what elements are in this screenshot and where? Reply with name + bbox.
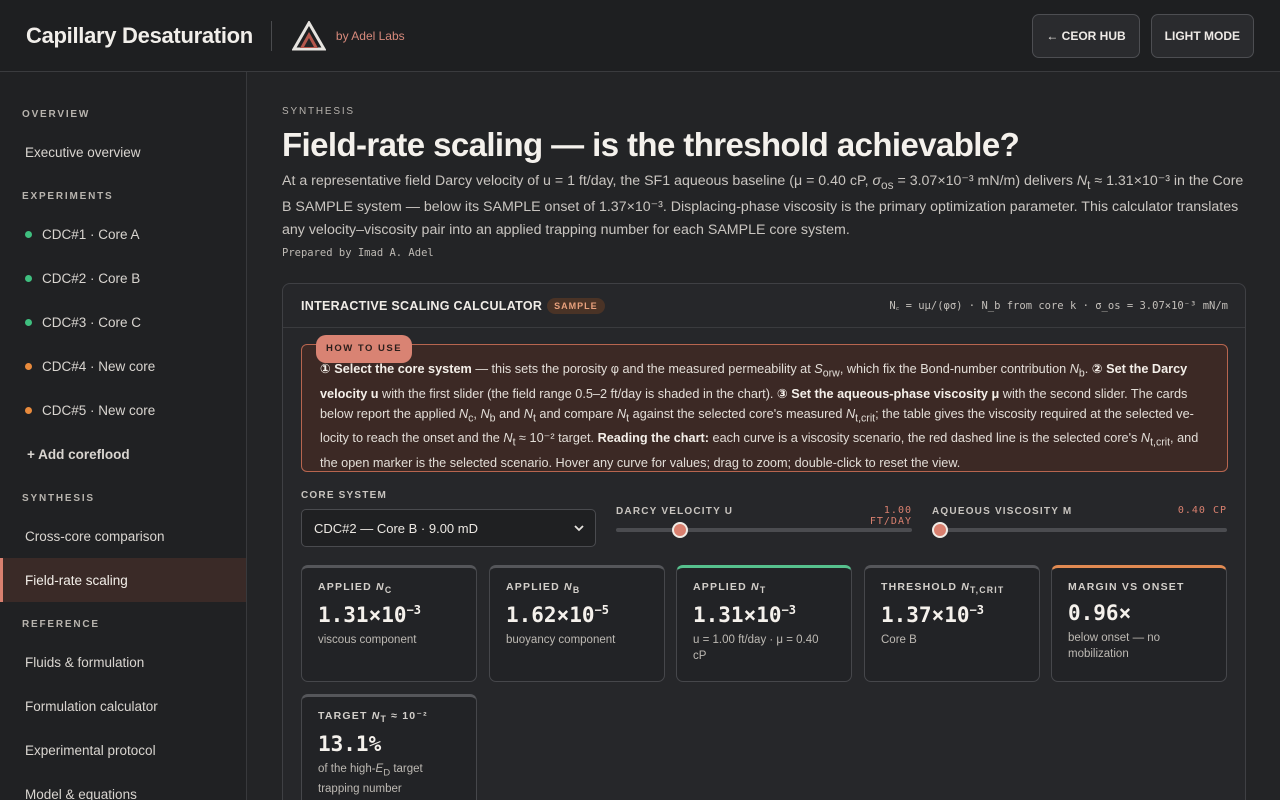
sidebar-heading-overview: OVERVIEW [22,109,91,120]
margin-vs-onset-card: MARGIN VS ONSET 0.96× below onset — no m… [1051,565,1227,682]
core-system-value: CDC#2 — Core B · 9.00 mD [314,520,478,536]
card-label: APPLIED NT [693,581,767,596]
applied-nc-card: APPLIED NC 1.31×10−3 viscous component [301,565,477,682]
card-label: APPLIED NB [506,581,581,596]
panel-header: INTERACTIVE SCALING CALCULATOR SAMPLE N꜀… [283,284,1245,328]
darcy-velocity-label: DARCY VELOCITY U [616,506,734,517]
sidebar-item-cross-core[interactable]: Cross-core comparison [0,514,246,558]
sidebar-heading-reference: REFERENCE [22,619,100,630]
formula-summary: N꜀ = uμ/(φσ) · N_b from core k · σ_os = … [889,300,1228,312]
sidebar-item-label: CDC#5 · New core [42,402,156,418]
sidebar-item-fluids[interactable]: Fluids & formulation [0,640,246,684]
card-value: 1.31×10−3 [693,603,796,628]
sidebar-item-label: Field-rate scaling [25,572,128,588]
sidebar-heading-experiments: EXPERIMENTS [22,191,114,202]
top-bar: Capillary Desaturation by Adel Labs ← CE… [0,0,1280,72]
darcy-velocity-slider[interactable] [616,528,912,532]
sidebar-item-field-rate-scaling[interactable]: Field-rate scaling [0,558,246,602]
applied-nt-card: APPLIED NT 1.31×10−3 u = 1.00 ft/day · μ… [676,565,852,682]
threshold-card: THRESHOLD NT,CRIT 1.37×10−3 Core B [864,565,1040,682]
sidebar: OVERVIEW Executive overview EXPERIMENTS … [0,72,247,800]
ceor-hub-button[interactable]: ← CEOR HUB [1032,14,1140,58]
panel-title: INTERACTIVE SCALING CALCULATOR [301,298,543,313]
sidebar-item-label: Executive overview [25,144,141,160]
sidebar-item-formulation-calculator[interactable]: Formulation calculator [0,684,246,728]
sidebar-item-protocol[interactable]: Experimental protocol [0,728,246,772]
app-title: Capillary Desaturation [26,22,253,48]
card-caption: Core B [881,634,917,647]
chevron-down-icon [574,525,584,532]
card-caption: buoyancy component [506,634,616,647]
aqueous-viscosity-value: 0.40 CP [1177,505,1227,516]
card-caption: u = 1.00 ft/day · μ = 0.40 cP [693,634,819,663]
sidebar-heading-synthesis: SYNTHESIS [22,493,95,504]
aqueous-viscosity-label: AQUEOUS VISCOSITY Μ [932,506,1073,517]
card-label: MARGIN VS ONSET [1068,581,1185,593]
prepared-by: Prepared by Imad A. Adel [282,247,434,259]
title-divider [270,20,272,51]
sidebar-item-label: CDC#1 · Core A [42,226,140,242]
status-dot-icon [25,318,32,326]
light-mode-button[interactable]: LIGHT MODE [1150,14,1254,58]
add-coreflood-button[interactable]: + Add coreflood [0,432,246,476]
sidebar-item-cdc3[interactable]: CDC#3 · Core C [0,300,246,344]
status-dot-icon [25,406,32,414]
card-value: 1.37×10−3 [881,603,984,628]
card-caption: of the high-ED target trapping number [318,763,423,796]
how-to-use-tag: HOW TO USE [316,335,413,363]
how-to-use-box: HOW TO USE ① Select the core system — th… [301,335,1228,472]
sidebar-item-label: CDC#4 · New core [42,358,156,374]
status-dot-icon [25,362,32,370]
lead-paragraph: At a representative field Darcy velocity… [282,173,1244,238]
card-caption: viscous component [318,634,417,647]
sample-badge: SAMPLE [547,297,605,314]
card-caption: below onset — no mobilization [1068,632,1161,660]
sidebar-item-label: Fluids & formulation [25,654,145,670]
applied-nb-card: APPLIED NB 1.62×10−5 buoyancy component [489,565,665,682]
page-title: Field-rate scaling — is the threshold ac… [282,126,1020,163]
darcy-velocity-value: 1.00 FT/DAY [869,505,912,527]
card-value: 1.31×10−3 [318,603,421,628]
core-system-label: CORE SYSTEM [301,490,387,501]
sidebar-item-label: Formulation calculator [25,698,158,714]
core-system-select[interactable]: CDC#2 — Core B · 9.00 mD [301,509,596,547]
sidebar-item-label: Experimental protocol [25,742,156,758]
target-nt-card: TARGET NT ≈ 10⁻² 13.1% of the high-ED ta… [301,694,477,800]
section-eyebrow: SYNTHESIS [282,106,355,117]
sidebar-item-label: CDC#3 · Core C [42,314,142,330]
status-dot-icon [25,230,32,238]
byline: by Adel Labs [335,28,405,43]
sidebar-item-cdc2[interactable]: CDC#2 · Core B [0,256,246,300]
sidebar-item-cdc1[interactable]: CDC#1 · Core A [0,212,246,256]
card-value: 1.62×10−5 [506,603,609,628]
card-value: 0.96× [1068,601,1132,625]
sidebar-item-label: Model & equations [25,786,137,800]
status-dot-icon [25,274,32,282]
card-label: TARGET NT ≈ 10⁻² [318,710,428,725]
card-label: APPLIED NC [318,581,393,596]
sidebar-item-cdc5[interactable]: CDC#5 · New core [0,388,246,432]
aqueous-viscosity-slider[interactable] [932,528,1227,532]
aqueous-viscosity-thumb[interactable] [932,522,948,538]
sidebar-item-label: CDC#2 · Core B [42,270,141,286]
card-label: THRESHOLD NT,CRIT [881,581,1005,596]
adel-labs-logo-icon [291,20,326,50]
sidebar-item-cdc4[interactable]: CDC#4 · New core [0,344,246,388]
sidebar-item-label: Cross-core comparison [25,528,165,544]
scaling-calculator-panel: INTERACTIVE SCALING CALCULATOR SAMPLE N꜀… [282,283,1246,800]
sidebar-item-executive-overview[interactable]: Executive overview [0,130,246,174]
card-value: 13.1% [318,732,382,757]
sidebar-item-model[interactable]: Model & equations [0,772,246,800]
darcy-velocity-thumb[interactable] [672,522,688,538]
